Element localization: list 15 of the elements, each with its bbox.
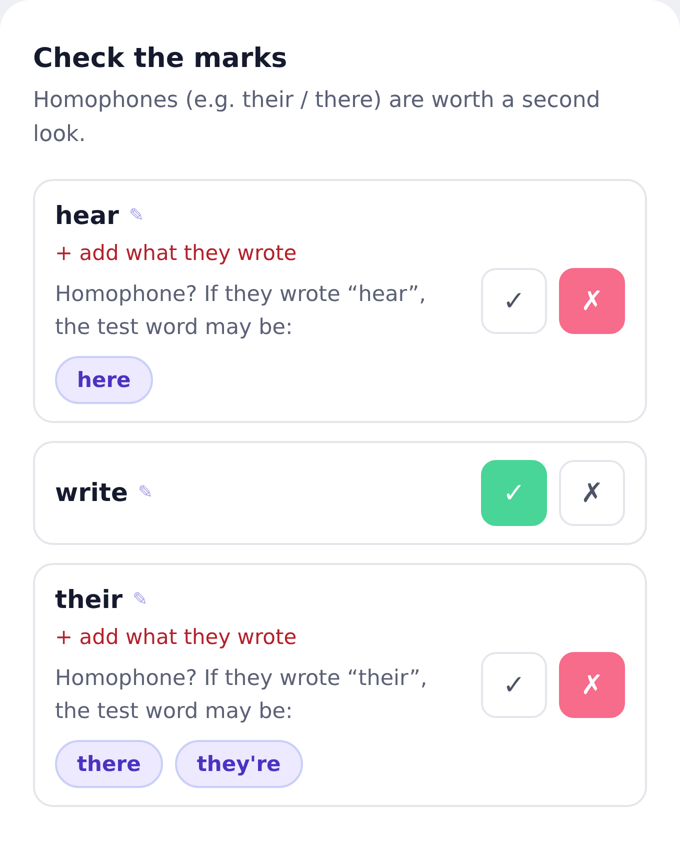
correct-button[interactable]: ✓ bbox=[481, 268, 547, 334]
suggestion-chip[interactable]: they're bbox=[174, 740, 303, 788]
word-label: their bbox=[55, 584, 123, 616]
correct-button[interactable]: ✓ bbox=[481, 652, 547, 718]
panel-subtitle: Homophones (e.g. their / there) are worth a second look. bbox=[33, 87, 602, 149]
incorrect-button[interactable]: ✗ bbox=[559, 460, 625, 526]
homophone-hint: Homophone? If they wrote “their”, the test word may be: bbox=[55, 665, 428, 726]
suggestion-chip[interactable]: here bbox=[55, 356, 153, 404]
suggestion-chip[interactable]: there bbox=[55, 740, 163, 788]
panel-title: Check the marks bbox=[33, 42, 288, 76]
word-label: hear bbox=[55, 200, 119, 232]
word-label: write bbox=[55, 477, 128, 509]
add-answer-link[interactable]: + add what they wrote bbox=[55, 238, 297, 268]
add-answer-link[interactable]: + add what they wrote bbox=[55, 622, 297, 652]
homophone-hint: Homophone? If they wrote “hear”, the test word may be: bbox=[55, 281, 428, 342]
